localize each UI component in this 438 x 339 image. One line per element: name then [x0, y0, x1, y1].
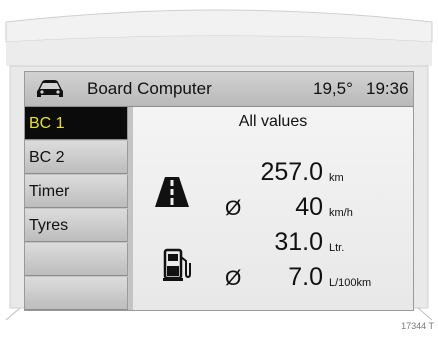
- sidebar-item-label: BC 2: [29, 149, 65, 166]
- sidebar-item-label: Tyres: [29, 217, 69, 234]
- sidebar-item-empty-1[interactable]: [25, 243, 128, 276]
- figure-id: 17344 T: [401, 321, 434, 331]
- fuel-pump-icon: [163, 248, 191, 281]
- average-speed-value: 40: [295, 193, 323, 221]
- header-title: Board Computer: [87, 79, 212, 98]
- average-symbol: Ø: [225, 197, 242, 220]
- average-consumption-unit: L/100km: [329, 277, 372, 289]
- average-consumption-value: 7.0: [288, 263, 323, 291]
- outside-temperature: 19,5°: [313, 79, 353, 98]
- average-symbol: Ø: [225, 267, 242, 290]
- distance-value: 257.0: [260, 158, 323, 186]
- fuel-used-value: 31.0: [274, 228, 323, 256]
- board-computer-screen: Board Computer 19,5° 19:36 BC 1 BC 2 Tim…: [24, 71, 414, 311]
- fuel-used-unit: Ltr.: [329, 242, 345, 254]
- sidebar-menu: BC 1 BC 2 Timer Tyres: [25, 107, 133, 310]
- sidebar-item-label: BC 1: [29, 115, 65, 132]
- distance-unit: km: [329, 172, 344, 184]
- car-icon: [37, 80, 63, 97]
- road-icon: [155, 177, 189, 207]
- header-bar: Board Computer 19,5° 19:36: [25, 72, 413, 107]
- average-speed-unit: km/h: [329, 207, 353, 219]
- sidebar-item-timer[interactable]: Timer: [25, 175, 128, 208]
- page-title: All values: [238, 113, 308, 130]
- clock-time: 19:36: [366, 79, 409, 98]
- sidebar-item-empty-2[interactable]: [25, 277, 128, 310]
- sidebar-item-label: Timer: [29, 183, 70, 200]
- sidebar-item-bc1[interactable]: BC 1: [25, 107, 128, 140]
- sidebar-item-tyres[interactable]: Tyres: [25, 209, 128, 242]
- main-content: All values 257.0 km Ø 40 km/h 31.0 Ltr. …: [133, 107, 413, 310]
- sidebar-item-bc2[interactable]: BC 2: [25, 141, 128, 174]
